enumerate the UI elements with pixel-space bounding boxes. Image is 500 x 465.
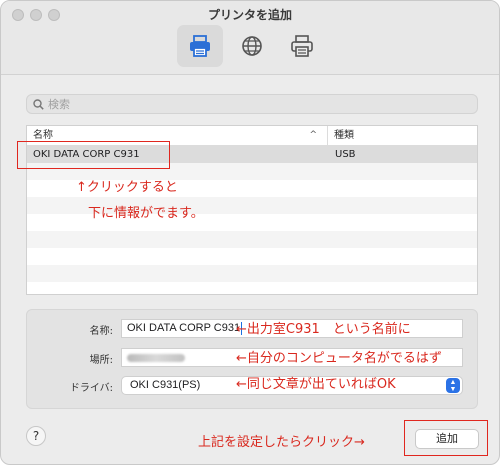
default-printer-tab[interactable] bbox=[177, 25, 223, 67]
driver-label: ドライバ: bbox=[69, 383, 113, 394]
search-icon bbox=[33, 98, 44, 110]
highlight-box-printer-row bbox=[17, 141, 170, 169]
blurred-location-value bbox=[127, 354, 185, 362]
chevron-updown-icon: ▲ ▼ bbox=[446, 378, 460, 393]
column-header-name-label: 名称 bbox=[33, 130, 53, 141]
annotation-click-hint: ↑クリックすると bbox=[76, 180, 178, 195]
annotation-info-below: 下に情報がでます。 bbox=[88, 206, 204, 221]
add-printer-window: プリンタを追加 検索 名称 ^ 種類 OKI DATA CORP C931 US… bbox=[0, 0, 500, 465]
ip-printer-tab[interactable] bbox=[229, 25, 275, 67]
help-button[interactable]: ? bbox=[26, 426, 46, 446]
ip-globe-icon bbox=[242, 36, 262, 56]
window-title: プリンタを追加 bbox=[207, 8, 292, 22]
search-field[interactable] bbox=[26, 94, 478, 114]
windows-printer-tab[interactable] bbox=[279, 25, 325, 67]
empty-row bbox=[27, 248, 477, 265]
windows-printer-icon bbox=[291, 35, 313, 57]
default-printer-icon bbox=[190, 35, 210, 57]
annotation-name-hint: ←出力室C931 という名前に bbox=[236, 322, 411, 337]
highlight-box-add-button bbox=[404, 420, 488, 456]
title-bar: プリンタを追加 bbox=[1, 1, 499, 75]
empty-row bbox=[27, 282, 477, 294]
printer-kind-cell: USB bbox=[335, 149, 356, 160]
location-label: 場所: bbox=[89, 355, 113, 366]
name-label: 名称: bbox=[89, 326, 113, 337]
search-input[interactable] bbox=[48, 97, 468, 111]
column-header-kind[interactable]: 種類 bbox=[328, 126, 354, 145]
annotation-add-hint: 上記を設定したらクリック→ bbox=[198, 435, 365, 450]
annotation-location-hint: ←自分のコンピュータ名がでるはず bbox=[236, 351, 442, 366]
empty-row bbox=[27, 265, 477, 282]
empty-row bbox=[27, 231, 477, 248]
sort-ascending-icon: ^ bbox=[309, 130, 317, 140]
annotation-driver-hint: ←同じ文章が出ていればOK bbox=[236, 377, 396, 392]
driver-select-value: OKI C931(PS) bbox=[130, 379, 201, 391]
name-field-value: OKI DATA CORP C931 bbox=[127, 322, 241, 334]
